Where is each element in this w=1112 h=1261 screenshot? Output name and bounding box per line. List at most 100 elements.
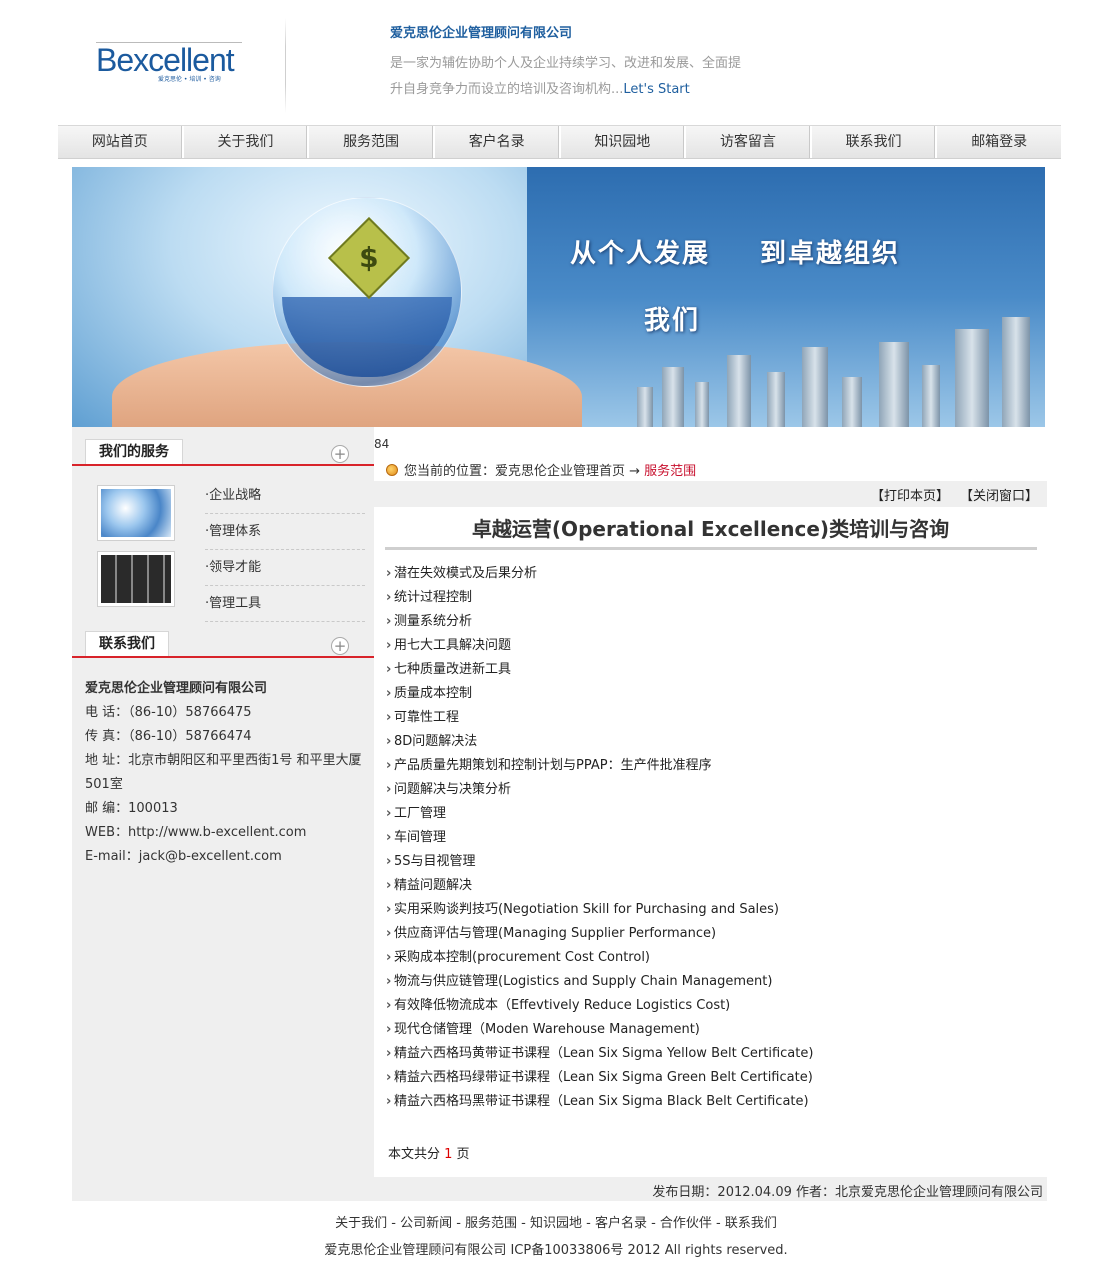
course-list-item[interactable]: 5S与目视管理: [386, 850, 1036, 874]
company-description-line1: 是一家为辅佐协助个人及企业持续学习、改进和发展、全面提: [390, 56, 742, 71]
course-list: 潜在失效模式及后果分析统计过程控制测量系统分析用七大工具解决问题七种质量改进新工…: [386, 562, 1036, 1114]
course-list-item[interactable]: 有效降低物流成本（Effevtively Reduce Logistics Co…: [386, 994, 1036, 1018]
nav-knowledge[interactable]: 知识园地: [561, 126, 687, 158]
course-list-item[interactable]: 车间管理: [386, 826, 1036, 850]
contact-phone: 电 话：（86-10）58766475: [85, 705, 252, 720]
expand-plus-icon[interactable]: +: [331, 445, 349, 463]
building: [662, 367, 684, 427]
left-sidebar: 我们的服务 + ·企业战略 ·管理体系 ·领导才能 ·管理工具 联系我们 + 爱…: [72, 427, 374, 1201]
contact-box-title: 联系我们: [85, 631, 169, 657]
services-red-rule: [72, 464, 374, 466]
keyboard-image: [101, 555, 171, 603]
nav-contact[interactable]: 联系我们: [812, 126, 938, 158]
title-divider: [385, 547, 1037, 550]
course-list-item[interactable]: 可靠性工程: [386, 706, 1036, 730]
services-list: ·企业战略 ·管理体系 ·领导才能 ·管理工具: [205, 478, 365, 622]
course-list-item[interactable]: 工厂管理: [386, 802, 1036, 826]
contact-red-rule: [72, 656, 374, 658]
course-list-item[interactable]: 现代仓储管理（Moden Warehouse Management): [386, 1018, 1036, 1042]
service-link-management-system[interactable]: ·管理体系: [205, 514, 365, 550]
course-list-item[interactable]: 供应商评估与管理(Managing Supplier Performance): [386, 922, 1036, 946]
page-count: 本文共分 1 页: [388, 1143, 470, 1162]
main-nav: 网站首页 关于我们 服务范围 客户名录 知识园地 访客留言 联系我们 邮箱登录: [58, 125, 1061, 159]
course-list-item[interactable]: 8D问题解决法: [386, 730, 1036, 754]
close-window-link[interactable]: 【关闭窗口】: [960, 485, 1038, 504]
nav-guestbook[interactable]: 访客留言: [686, 126, 812, 158]
banner-slogan-2: 到卓越组织: [760, 239, 901, 269]
lets-start-text: Let's Start: [623, 82, 690, 97]
course-list-item[interactable]: 统计过程控制: [386, 586, 1036, 610]
nav-clients[interactable]: 客户名录: [435, 126, 561, 158]
course-list-item[interactable]: 精益六西格玛黑带证书课程（Lean Six Sigma Black Belt C…: [386, 1090, 1036, 1114]
company-description-line2: 升自身竞争力而设立的培训及咨询机构...Let's Start: [390, 78, 690, 97]
building: [1002, 317, 1030, 427]
logo-subtitle: 爱克思伦 • 培训 • 咨询: [158, 76, 221, 83]
services-box-header: 我们的服务 +: [72, 427, 374, 466]
dollar-symbol: $: [359, 240, 379, 274]
home-icon: [386, 464, 398, 476]
building: [695, 382, 709, 427]
company-title: 爱克思伦企业管理顾问有限公司: [390, 26, 573, 41]
contact-info: 爱克思伦企业管理顾问有限公司 电 话：（86-10）58766475 传 真：（…: [85, 677, 370, 869]
course-list-item[interactable]: 精益六西格玛绿带证书课程（Lean Six Sigma Green Belt C…: [386, 1066, 1036, 1090]
contact-box-header: 联系我们 +: [72, 619, 374, 658]
nav-services[interactable]: 服务范围: [309, 126, 435, 158]
contact-postcode: 邮 编：100013: [85, 801, 178, 816]
building: [727, 355, 751, 427]
company-logo[interactable]: Bexcellent 爱克思伦 • 培训 • 咨询: [96, 40, 246, 85]
building: [842, 377, 862, 427]
company-description-text: 升自身竞争力而设立的培训及咨询机构...: [390, 82, 624, 97]
breadcrumb-current[interactable]: 服务范围: [644, 464, 696, 479]
nav-home[interactable]: 网站首页: [58, 126, 184, 158]
breadcrumb-prefix[interactable]: 您当前的位置：爱克思伦企业管理首页 →: [404, 464, 644, 479]
course-list-item[interactable]: 测量系统分析: [386, 610, 1036, 634]
hero-banner: $ 从个人发展 到卓越组织 我们: [72, 167, 1045, 427]
publish-info: 发布日期：2012.04.09 作者：北京爱克思伦企业管理顾问有限公司: [652, 1185, 1043, 1200]
contact-address: 地 址：北京市朝阳区和平里西街1号 和平里大厦: [85, 753, 362, 768]
course-list-item[interactable]: 实用采购谈判技巧(Negotiation Skill for Purchasin…: [386, 898, 1036, 922]
service-link-strategy[interactable]: ·企业战略: [205, 478, 365, 514]
service-image-keyboard[interactable]: [97, 551, 175, 607]
contact-fax: 传 真：（86-10）58766474: [85, 729, 252, 744]
building: [879, 342, 909, 427]
page-count-prefix: 本文共分: [388, 1147, 445, 1162]
contact-company: 爱克思伦企业管理顾问有限公司: [85, 681, 268, 696]
services-box-title: 我们的服务: [85, 439, 183, 465]
service-link-leadership[interactable]: ·领导才能: [205, 550, 365, 586]
course-list-item[interactable]: 精益问题解决: [386, 874, 1036, 898]
header-divider: [285, 18, 286, 113]
nav-about[interactable]: 关于我们: [184, 126, 310, 158]
building: [802, 347, 828, 427]
page-count-suffix: 页: [452, 1147, 470, 1162]
breadcrumb: 您当前的位置：爱克思伦企业管理首页 → 服务范围: [386, 460, 696, 479]
print-page-link[interactable]: 【打印本页】: [871, 485, 949, 504]
course-list-item[interactable]: 产品质量先期策划和控制计划与PPAP：生产件批准程序: [386, 754, 1036, 778]
course-list-item[interactable]: 七种质量改进新工具: [386, 658, 1036, 682]
expand-plus-icon[interactable]: +: [331, 637, 349, 655]
course-list-item[interactable]: 潜在失效模式及后果分析: [386, 562, 1036, 586]
banner-slogan-1: 从个人发展: [570, 239, 711, 269]
service-image-globe[interactable]: [97, 485, 175, 541]
contact-address-room: 501室: [85, 777, 123, 792]
course-list-item[interactable]: 用七大工具解决问题: [386, 634, 1036, 658]
course-list-item[interactable]: 精益六西格玛黄带证书课程（Lean Six Sigma Yellow Belt …: [386, 1042, 1036, 1066]
building: [767, 372, 785, 427]
globe-image: [101, 489, 171, 537]
nav-mail-login[interactable]: 邮箱登录: [937, 126, 1061, 158]
course-list-item[interactable]: 问题解决与决策分析: [386, 778, 1036, 802]
contact-email[interactable]: E-mail：jack@b-excellent.com: [85, 845, 370, 869]
banner-slogan-3: 我们: [644, 306, 701, 336]
building: [955, 329, 989, 427]
article-toolbar: 【打印本页】 【关闭窗口】: [374, 481, 1047, 507]
site-header: Bexcellent 爱克思伦 • 培训 • 咨询 爱克思伦企业管理顾问有限公司…: [0, 0, 1112, 125]
course-list-item[interactable]: 物流与供应链管理(Logistics and Supply Chain Mana…: [386, 970, 1036, 994]
main-content: 84 您当前的位置：爱克思伦企业管理首页 → 服务范围 【打印本页】 【关闭窗口…: [374, 427, 1047, 1201]
publish-info-strip: 发布日期：2012.04.09 作者：北京爱克思伦企业管理顾问有限公司: [374, 1177, 1047, 1201]
footer-links[interactable]: 关于我们 - 公司新闻 - 服务范围 - 知识园地 - 客户名录 - 合作伙伴 …: [0, 1212, 1112, 1231]
service-link-management-tools[interactable]: ·管理工具: [205, 586, 365, 622]
footer-copyright: 爱克思伦企业管理顾问有限公司 ICP备10033806号 2012 All ri…: [324, 1243, 788, 1258]
course-list-item[interactable]: 采购成本控制(procurement Cost Control): [386, 946, 1036, 970]
article-title: 卓越运营(Operational Excellence)类培训与咨询: [471, 517, 950, 541]
course-list-item[interactable]: 质量成本控制: [386, 682, 1036, 706]
contact-website[interactable]: WEB：http://www.b-excellent.com: [85, 821, 370, 845]
